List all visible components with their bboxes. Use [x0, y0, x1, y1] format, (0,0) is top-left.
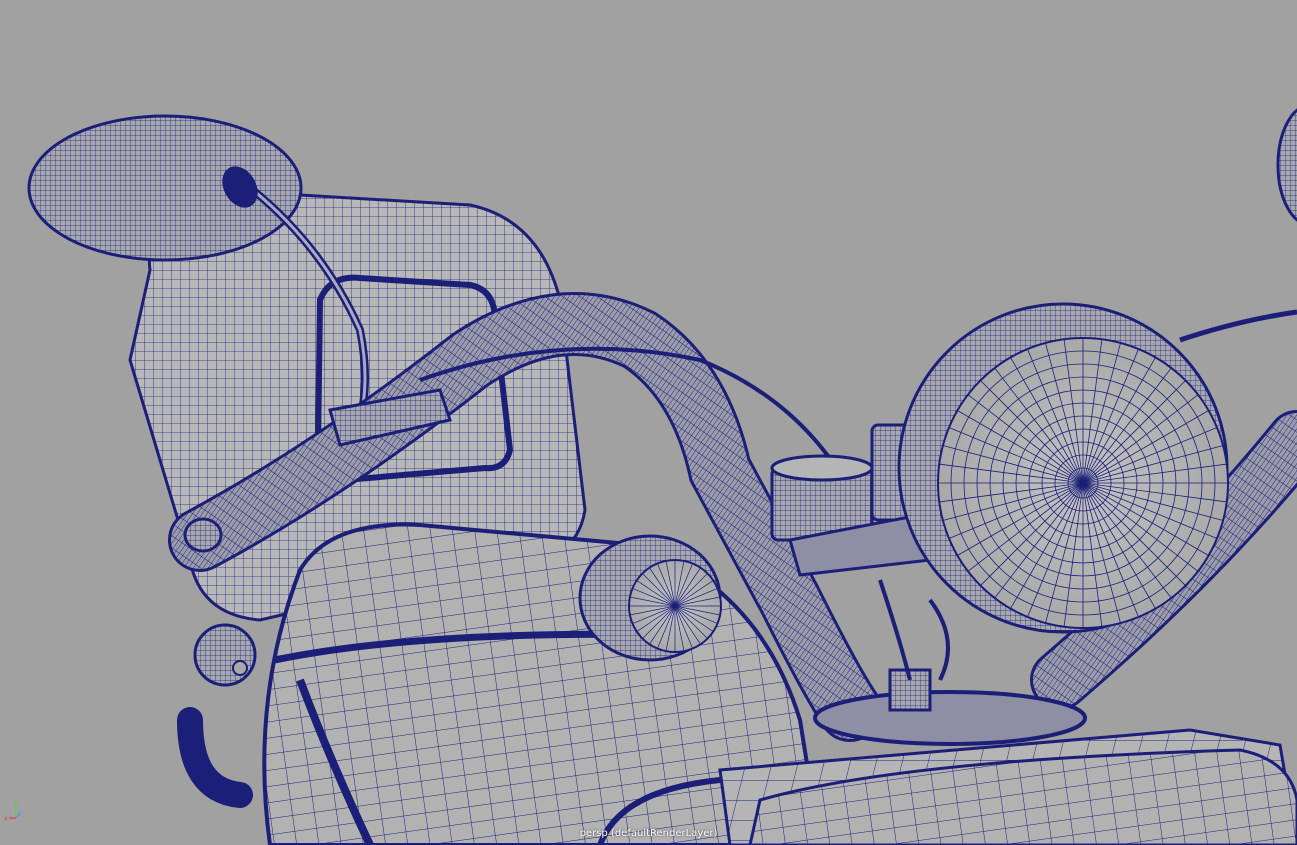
maya-viewport[interactable]: persp (defaultRenderLayer) y x z — [0, 0, 1297, 845]
headlight-mesh[interactable] — [897, 302, 1229, 634]
axis-gizmo-icon: y x z — [4, 799, 21, 822]
turn-signal-mesh[interactable] — [578, 534, 722, 662]
axis-z-label: z — [18, 810, 21, 817]
axis-x-label: x — [4, 815, 8, 822]
wireframe-scene[interactable] — [0, 0, 1297, 845]
axis-y-label: y — [14, 799, 18, 806]
camera-label: persp (defaultRenderLayer) — [579, 828, 718, 839]
side-knob-mesh[interactable] — [177, 623, 257, 808]
mirror-right-mesh[interactable] — [1276, 105, 1297, 225]
